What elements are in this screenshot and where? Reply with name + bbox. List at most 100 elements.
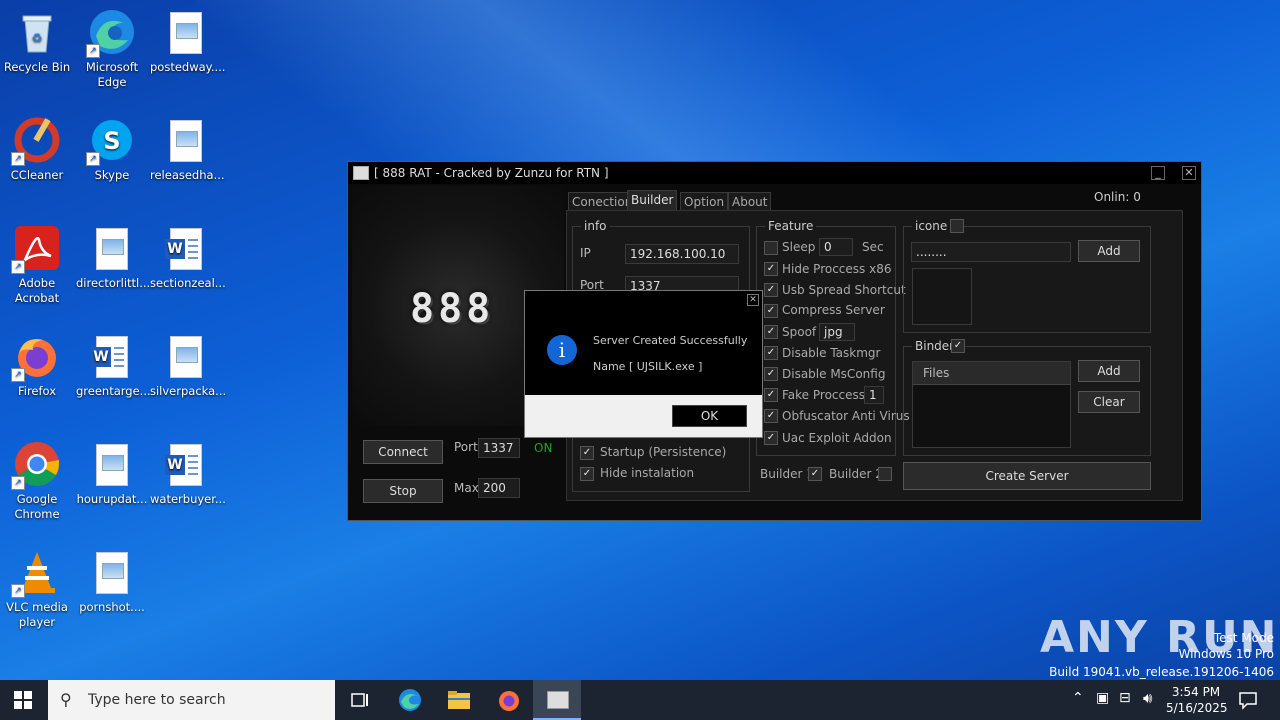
- disable-taskmgr-label: Disable Taskmgr: [782, 346, 881, 360]
- window-titlebar[interactable]: [ 888 RAT - Cracked by Zunzu for RTN ] _…: [348, 162, 1201, 184]
- task-view-icon[interactable]: [350, 690, 370, 710]
- clock-time: 3:54 PM: [1171, 685, 1221, 699]
- file-explorer-icon[interactable]: [447, 689, 471, 715]
- startup-checkbox[interactable]: ✓: [580, 446, 594, 460]
- tab-option[interactable]: Option: [680, 192, 729, 212]
- dialog-close-button[interactable]: ✕: [747, 294, 759, 306]
- obfuscator-checkbox[interactable]: ✓: [764, 409, 778, 423]
- ip-input[interactable]: 192.168.100.10: [625, 244, 739, 264]
- icon-enable-checkbox[interactable]: [950, 219, 964, 233]
- desktop-icon-label: greentarge...: [76, 384, 151, 398]
- tab-builder[interactable]: Builder: [627, 190, 678, 212]
- spoof-checkbox[interactable]: ✓: [764, 325, 778, 339]
- taskbar-rat-app-button[interactable]: [533, 680, 581, 720]
- connect-button[interactable]: Connect: [363, 440, 443, 464]
- hide-process-checkbox[interactable]: ✓: [764, 262, 778, 276]
- binder-file-list[interactable]: Files: [912, 361, 1071, 448]
- tab-about[interactable]: About: [728, 192, 772, 212]
- desktop-icon-microsoft-edge[interactable]: ↗ Microsoft Edge: [76, 4, 148, 90]
- desktop-icon-postedway[interactable]: postedway....: [150, 4, 225, 75]
- taskbar-search-box[interactable]: ⚲ Type here to search: [48, 680, 335, 720]
- desktop-icon-hourupdat[interactable]: hourupdat...: [76, 436, 148, 507]
- compress-checkbox[interactable]: ✓: [764, 304, 778, 318]
- svg-text:♻: ♻: [32, 31, 43, 45]
- builder1-checkbox[interactable]: ✓: [808, 467, 822, 481]
- stop-button[interactable]: Stop: [363, 479, 443, 503]
- builder2-checkbox[interactable]: [878, 467, 892, 481]
- desktop-icon-google-chrome[interactable]: ↗ Google Chrome: [1, 436, 73, 522]
- fake-process-checkbox[interactable]: ✓: [764, 388, 778, 402]
- icon-group-title: icone: [912, 219, 951, 233]
- binder-add-button[interactable]: Add: [1078, 360, 1140, 382]
- desktop-icon-vlc[interactable]: ↗ VLC media player: [1, 544, 73, 630]
- fake-process-label: Fake Proccess: [782, 388, 865, 402]
- ok-button[interactable]: OK: [672, 405, 747, 427]
- vlc-cone-icon: ↗: [11, 548, 61, 598]
- hide-process-label: Hide Proccess x86: [782, 262, 892, 276]
- taskbar-edge-icon[interactable]: [398, 688, 422, 716]
- image-file-icon: [88, 440, 136, 488]
- rat-app-icon: [547, 691, 569, 709]
- usb-spread-checkbox[interactable]: ✓: [764, 283, 778, 297]
- listen-port-label: Port: [454, 440, 478, 454]
- usb-spread-label: Usb Spread Shortcut: [782, 283, 906, 297]
- desktop-icon-label: CCleaner: [10, 168, 64, 182]
- app-window-icon: [353, 166, 369, 180]
- minimize-button[interactable]: _: [1151, 166, 1165, 180]
- desktop-icon-greentarge[interactable]: W greentarge...: [76, 328, 151, 399]
- uac-checkbox[interactable]: ✓: [764, 431, 778, 445]
- sleep-checkbox[interactable]: [764, 241, 778, 255]
- disable-msconfig-label: Disable MsConfig: [782, 367, 886, 381]
- icon-add-button[interactable]: Add: [1078, 240, 1140, 262]
- binder-enable-checkbox[interactable]: ✓: [951, 339, 965, 353]
- word-document-icon: W: [162, 224, 210, 272]
- max-connections-input[interactable]: 200: [478, 478, 520, 498]
- desktop-icon-firefox[interactable]: ↗ Firefox: [1, 328, 73, 399]
- desktop-icon-ccleaner[interactable]: ↗ CCleaner: [1, 112, 73, 183]
- binder-clear-button[interactable]: Clear: [1078, 391, 1140, 413]
- listen-status: ON: [534, 441, 553, 455]
- desktop-icon-label: VLC media player: [6, 600, 68, 629]
- disable-msconfig-checkbox[interactable]: ✓: [764, 367, 778, 381]
- desktop-icon-skype[interactable]: S ↗ Skype: [76, 112, 148, 183]
- test-mode-text: Test Mode: [1213, 631, 1274, 645]
- desktop-icon-pornshot[interactable]: pornshot....: [76, 544, 148, 615]
- desktop-icon-sectionzeal[interactable]: W sectionzeal...: [150, 220, 226, 291]
- disable-taskmgr-checkbox[interactable]: ✓: [764, 346, 778, 360]
- spoof-extension-input[interactable]: jpg: [819, 323, 855, 341]
- show-hidden-icons-chevron-icon[interactable]: ⌃: [1072, 690, 1084, 706]
- sleep-input[interactable]: 0: [819, 238, 853, 256]
- desktop-icon-directorlittl[interactable]: directorlittl...: [76, 220, 150, 291]
- image-file-icon: [162, 332, 210, 380]
- close-button[interactable]: ✕: [1182, 166, 1196, 180]
- shortcut-arrow-icon: ↗: [11, 476, 25, 490]
- dialog-footer: OK: [525, 395, 762, 437]
- desktop-icon-label: waterbuyer...: [150, 492, 226, 506]
- edge-icon: ↗: [86, 8, 136, 58]
- files-column-header[interactable]: Files: [913, 362, 1070, 385]
- volume-icon[interactable]: 🔊︎: [1143, 689, 1152, 707]
- desktop-icon-adobe-acrobat[interactable]: ↗ Adobe Acrobat: [1, 220, 73, 306]
- ip-label: IP: [580, 246, 591, 260]
- network-icon[interactable]: ⊟: [1119, 690, 1131, 706]
- desktop-icon-silverpacka[interactable]: silverpacka...: [150, 328, 227, 399]
- taskbar-clock[interactable]: 3:54 PM 5/16/2025: [1166, 684, 1228, 716]
- taskbar-firefox-icon[interactable]: [497, 688, 521, 716]
- icon-path-input[interactable]: ........: [911, 242, 1071, 262]
- notifications-icon[interactable]: [1238, 690, 1258, 714]
- hide-install-checkbox[interactable]: ✓: [580, 467, 594, 481]
- fake-process-input[interactable]: 1: [864, 386, 884, 404]
- create-server-button[interactable]: Create Server: [903, 462, 1151, 490]
- online-count: 0: [1133, 190, 1141, 204]
- desktop-icon-waterbuyer[interactable]: W waterbuyer...: [150, 436, 226, 507]
- device-icon[interactable]: ▣: [1096, 690, 1109, 706]
- shortcut-arrow-icon: ↗: [11, 152, 25, 166]
- desktop-icon-releasedha[interactable]: releasedha...: [150, 112, 225, 183]
- listen-port-input[interactable]: 1337: [478, 438, 520, 458]
- start-button[interactable]: [14, 691, 32, 713]
- word-document-icon: W: [88, 332, 136, 380]
- desktop-icon-recycle-bin[interactable]: ♻ Recycle Bin: [1, 4, 73, 75]
- desktop-icon-label: silverpacka...: [150, 384, 227, 398]
- shortcut-arrow-icon: ↗: [11, 368, 25, 382]
- image-file-icon: [162, 8, 210, 56]
